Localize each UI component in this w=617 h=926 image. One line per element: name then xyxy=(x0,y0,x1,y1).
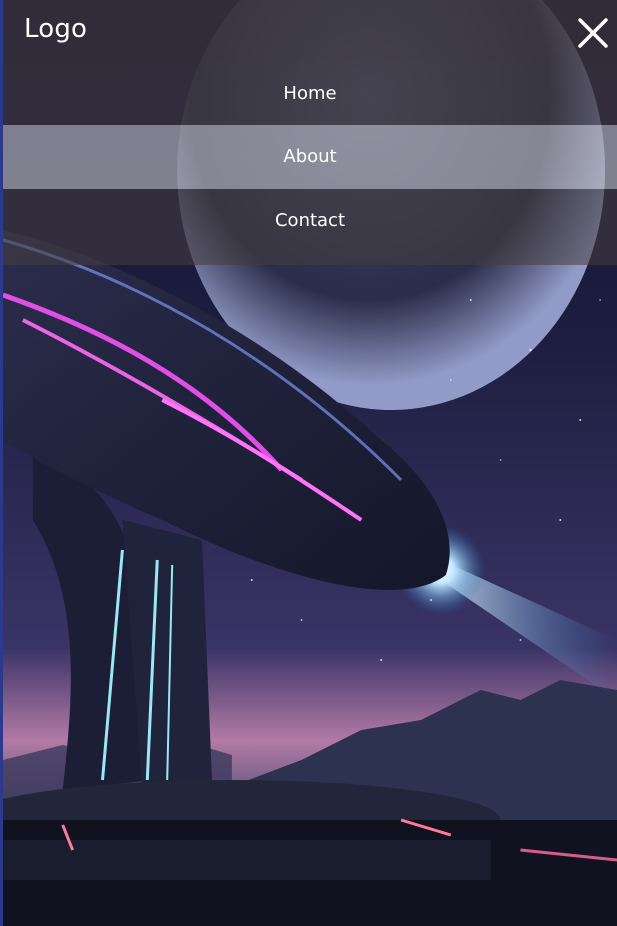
nav-item-home[interactable]: Home xyxy=(3,62,617,125)
nav-item-about[interactable]: About xyxy=(3,125,617,189)
nav-item-contact[interactable]: Contact xyxy=(3,189,617,265)
page-frame: Logo Home About Contact xyxy=(0,0,617,926)
nav-menu: Home About Contact xyxy=(3,62,617,265)
close-icon[interactable] xyxy=(577,17,609,49)
header-bar: Logo xyxy=(3,0,617,62)
logo[interactable]: Logo xyxy=(24,14,87,44)
